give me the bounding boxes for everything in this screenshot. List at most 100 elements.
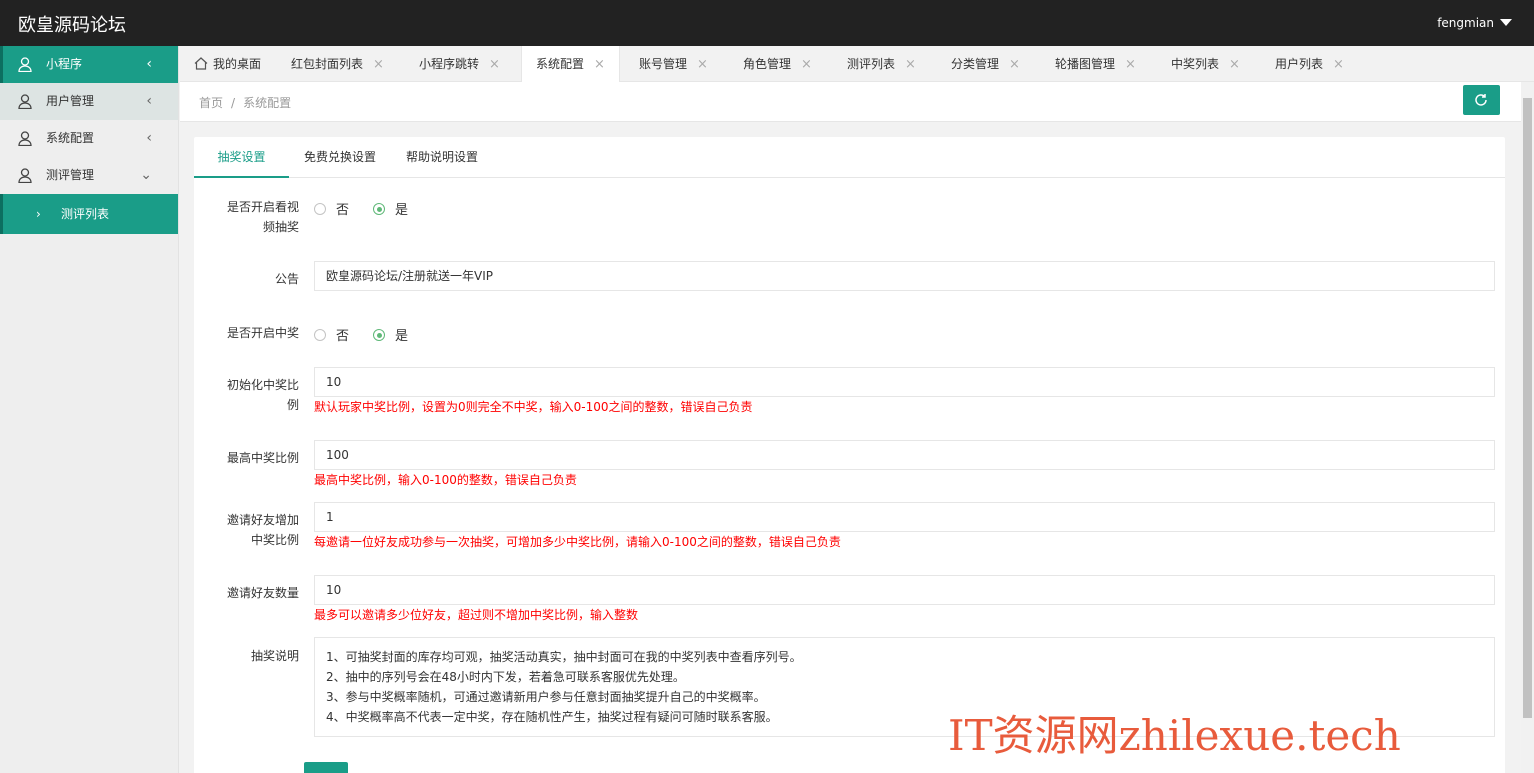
tab-label: 中奖列表 [1171,57,1220,71]
close-icon[interactable]: × [489,57,500,72]
username[interactable]: fengmian [1437,16,1494,30]
sidebar-item-label: 小程序 [46,57,83,71]
sidebar-subitem-evaluation-list[interactable]: › 测评列表 [0,194,178,234]
sidebar-item-users[interactable]: 用户管理 ‹ [0,83,178,120]
breadcrumb-separator: / [231,96,236,110]
sidebar-item-miniprogram[interactable]: 小程序 ‹ [0,46,178,83]
tab-system-config[interactable]: 系统配置 × [521,46,620,83]
tab-users[interactable]: 用户列表 × [1275,46,1344,82]
user-menu[interactable]: fengmian [1437,16,1512,30]
radio-circle-selected [373,203,385,215]
radio-label: 否 [336,329,350,344]
radio-label: 是 [395,329,409,344]
submit-button[interactable] [304,762,348,773]
close-icon[interactable]: × [801,57,812,72]
tab-lottery-settings[interactable]: 抽奖设置 [194,137,289,178]
sidebar-item-system-config[interactable]: 系统配置 ‹ [0,120,178,157]
invite-ratio-input[interactable]: 1 [314,502,1495,532]
invite-ratio-hint: 每邀请一位好友成功参与一次抽奖，可增加多少中奖比例，请输入0-100之间的整数，… [314,535,841,549]
site-logo[interactable]: 欧皇源码论坛 [18,11,126,37]
vertical-scrollbar[interactable] [1521,82,1534,773]
tab-label: 账号管理 [639,57,688,71]
max-ratio-label: 最高中奖比例 [226,451,299,465]
label-line: 邀请好友增加 [226,513,299,527]
sidebar-item-evaluation[interactable]: 测评管理 ⌄ [0,157,178,194]
breadcrumb-home[interactable]: 首页 [199,96,223,110]
sidebar: 小程序 ‹ 用户管理 ‹ 系统配置 ‹ 测评管理 ⌄ › 测评列表 [0,46,179,773]
invite-count-hint: 最多可以邀请多少位好友，超过则不增加中奖比例，输入整数 [314,608,639,622]
label-line: 中奖比例 [250,533,299,547]
radio-label: 否 [336,203,350,218]
user-icon [18,131,32,146]
caret-down-icon[interactable] [1500,19,1512,26]
user-icon [18,94,32,109]
chevron-down-icon: ⌄ [140,167,152,183]
refresh-button[interactable] [1463,85,1500,115]
sidebar-item-label: 系统配置 [46,131,95,145]
sidebar-item-label: 用户管理 [46,94,95,108]
close-icon[interactable]: × [697,57,708,72]
refresh-icon [1475,94,1487,106]
tab-evaluation-list[interactable]: 测评列表 × [847,46,916,82]
tab-redpacket-covers[interactable]: 红包封面列表 × [291,46,384,82]
settings-tabs: 抽奖设置 免费兑换设置 帮助说明设置 [194,137,1505,178]
invite-ratio-label: 邀请好友增加 中奖比例 [194,510,299,550]
close-icon[interactable]: × [373,57,384,72]
win-enabled-radio-no[interactable]: 否 [314,325,349,344]
close-icon[interactable]: × [1125,57,1136,72]
tab-miniprogram-jump[interactable]: 小程序跳转 × [419,46,500,82]
tab-carousel[interactable]: 轮播图管理 × [1055,46,1136,82]
tab-desktop[interactable]: 我的桌面 [194,46,261,82]
label-line: 初始化中奖比 [226,378,299,392]
chevron-right-icon: › [36,207,41,221]
lottery-desc-label: 抽奖说明 [250,649,299,663]
breadcrumb-bar: 首页 / 系统配置 [180,82,1534,122]
label-line: 是否开启看视 [226,200,299,214]
tab-winners[interactable]: 中奖列表 × [1171,46,1240,82]
textarea-line: 1、可抽奖封面的库存均可观，抽奖活动真实，抽中封面可在我的中奖列表中查看序列号。 [326,650,802,664]
notice-label: 公告 [274,272,299,286]
radio-label: 是 [395,203,409,218]
radio-circle [314,329,326,341]
close-icon[interactable]: × [1229,57,1240,72]
label-line: 例 [286,398,299,412]
video-lottery-radio-no[interactable]: 否 [314,199,349,218]
tab-label: 用户列表 [1275,57,1324,71]
user-icon [18,168,32,183]
tab-free-exchange-settings[interactable]: 免费兑换设置 [304,137,376,178]
notice-input[interactable]: 欧皇源码论坛/注册就送一年VIP [314,261,1495,291]
max-ratio-input[interactable]: 100 [314,440,1495,470]
close-icon[interactable]: × [1009,57,1020,72]
tab-label: 角色管理 [743,57,792,71]
breadcrumb: 首页 / 系统配置 [199,94,291,111]
tab-label: 测评列表 [847,57,896,71]
max-ratio-hint: 最高中奖比例，输入0-100的整数，错误自己负责 [314,473,577,487]
video-lottery-radio-yes[interactable]: 是 [373,199,408,218]
close-icon[interactable]: × [905,57,916,72]
close-icon[interactable]: × [594,57,605,72]
invite-count-input[interactable]: 10 [314,575,1495,605]
watermark-text: IT资源网zhilexue.tech [948,711,1401,760]
tab-roles[interactable]: 角色管理 × [743,46,812,82]
tab-help-settings[interactable]: 帮助说明设置 [406,137,478,178]
tab-label: 轮播图管理 [1055,57,1116,71]
tab-categories[interactable]: 分类管理 × [951,46,1020,82]
scrollbar-thumb[interactable] [1523,98,1532,718]
label-line: 频抽奖 [262,220,299,234]
tab-label: 红包封面列表 [291,57,364,71]
sidebar-subitem-label: 测评列表 [61,207,110,221]
page-tabs: 我的桌面 红包封面列表 × 小程序跳转 × 系统配置 × 账号管理 × 角色管理 × 测评… [180,46,1534,83]
win-enabled-radio-yes[interactable]: 是 [373,325,408,344]
tab-label: 我的桌面 [213,57,262,71]
top-header: 欧皇源码论坛 fengmian [0,0,1534,46]
invite-count-label: 邀请好友数量 [226,586,299,600]
home-icon [194,57,208,70]
win-enabled-label: 是否开启中奖 [226,326,299,340]
close-icon[interactable]: × [1333,57,1344,72]
chevron-left-icon: ‹ [146,56,152,72]
chevron-left-icon: ‹ [146,130,152,146]
settings-card: 抽奖设置 免费兑换设置 帮助说明设置 是否开启看视 频抽奖 否 是 公告 欧皇源… [194,137,1505,773]
init-ratio-input[interactable]: 10 [314,367,1495,397]
tab-accounts[interactable]: 账号管理 × [639,46,708,82]
init-ratio-hint: 默认玩家中奖比例，设置为0则完全不中奖，输入0-100之间的整数，错误自己负责 [314,400,753,414]
